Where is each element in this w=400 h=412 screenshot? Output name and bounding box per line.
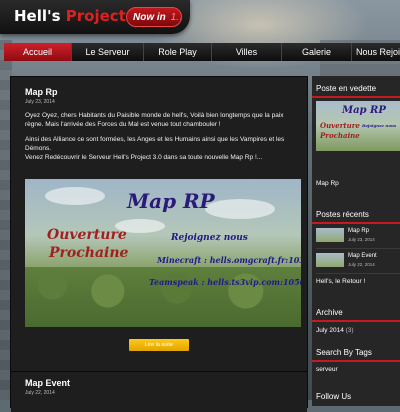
post-title[interactable]: Map Rp bbox=[25, 87, 58, 97]
sidebar: Poste en vedette Map RP Ouverture Procha… bbox=[312, 76, 400, 406]
image-caption: Teamspeak : hells.ts3vip.com:10501 bbox=[149, 277, 301, 287]
sidebar-divider bbox=[312, 96, 400, 98]
recent-post-title[interactable]: Hell's, le Retour ! bbox=[316, 278, 365, 285]
archive-item[interactable]: July 2014 (3) bbox=[316, 327, 354, 334]
sidebar-divider bbox=[312, 222, 400, 224]
recent-post-date: July 23, 2014 bbox=[348, 237, 375, 242]
version-badge-label: Now in bbox=[133, 12, 166, 23]
post-title[interactable]: Map Event bbox=[25, 378, 70, 388]
post-excerpt: Oyez Oyez, chers Habitants du Paisible m… bbox=[25, 111, 301, 168]
sidebar-divider bbox=[312, 360, 400, 362]
sidebar-heading-archive: Archive bbox=[316, 308, 343, 317]
nav-item-accueil[interactable]: Accueil bbox=[4, 43, 72, 61]
recent-post-thumbnail[interactable] bbox=[316, 228, 344, 242]
version-badge: Now in 1.7 bbox=[126, 7, 182, 27]
image-caption: Rejoignez nous bbox=[171, 233, 248, 243]
recent-post-title[interactable]: Map Event bbox=[348, 253, 377, 259]
recent-post-title[interactable]: Map Rp bbox=[348, 228, 369, 234]
post-date: July 22, 2014 bbox=[25, 390, 55, 396]
image-caption: Minecraft : hells.omgcraft.fr:10386 bbox=[157, 255, 301, 265]
post-paragraph: Venez Redécouvrir le Serveur Hell's Proj… bbox=[25, 154, 263, 161]
nav-item-galerie[interactable]: Galerie bbox=[282, 43, 352, 61]
image-subheading: Ouverture bbox=[47, 227, 127, 243]
recent-post-thumbnail[interactable] bbox=[316, 253, 344, 267]
sidebar-heading-featured: Poste en vedette bbox=[316, 84, 377, 93]
sidebar-featured-image[interactable]: Map RP Ouverture Prochaine Rejoignez nou… bbox=[316, 101, 400, 151]
tag-link[interactable]: serveur bbox=[316, 366, 338, 373]
post-featured-image[interactable]: Map RP Ouverture Prochaine Rejoignez nou… bbox=[25, 179, 301, 327]
nav-item-villes[interactable]: Villes bbox=[212, 43, 282, 61]
main-nav: Accueil Le Serveur Role Play Villes Gale… bbox=[4, 43, 400, 61]
archive-month[interactable]: July 2014 bbox=[316, 327, 344, 334]
sidebar-heading-tags: Search By Tags bbox=[316, 348, 372, 357]
sidebar-separator bbox=[316, 273, 400, 274]
post-date: July 23, 2014 bbox=[25, 99, 55, 105]
sidebar-heading-recent: Postes récents bbox=[316, 210, 369, 219]
read-more-button[interactable]: Lire la suite bbox=[129, 339, 189, 351]
sidebar-featured-link[interactable]: Map Rp bbox=[316, 180, 339, 187]
sidebar-divider bbox=[312, 320, 400, 322]
image-heading: Map RP bbox=[127, 189, 215, 213]
archive-count: (3) bbox=[345, 327, 354, 334]
site-title-part-a: Hell's bbox=[14, 7, 61, 25]
nav-item-role-play[interactable]: Role Play bbox=[144, 43, 212, 61]
recent-post-date: July 22, 2014 bbox=[348, 262, 375, 267]
post-paragraph: Oyez Oyez, chers Habitants du Paisible m… bbox=[25, 112, 284, 128]
nav-item-le-serveur[interactable]: Le Serveur bbox=[72, 43, 144, 61]
image-subheading: Prochaine bbox=[49, 245, 129, 261]
post-card: Map Event July 22, 2014 bbox=[11, 371, 307, 412]
post-paragraph: Ainsi des Alliance ce sont formées, les … bbox=[25, 136, 285, 152]
site-logo[interactable]: Hell's Project 4.0 Now in 1.7 bbox=[0, 0, 190, 34]
sidebar-separator bbox=[316, 248, 400, 249]
forest-scenery bbox=[25, 267, 301, 327]
nav-item-nous-rejoindre[interactable]: Nous Rejoindre bbox=[352, 43, 400, 61]
main-content: Map Rp July 23, 2014 Oyez Oyez, chers Ha… bbox=[10, 76, 308, 412]
version-number: 1.7 bbox=[170, 12, 181, 23]
